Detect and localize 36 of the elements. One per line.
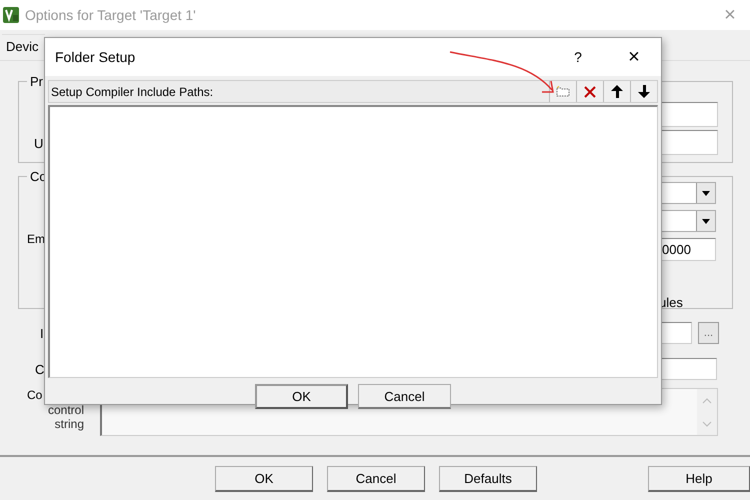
help-button[interactable]: Help	[648, 466, 750, 492]
close-button[interactable]: ×	[619, 46, 649, 68]
field-label: Co	[27, 388, 44, 402]
dropdown-arrow-icon	[702, 218, 710, 224]
dialog-button[interactable]: OK	[255, 384, 348, 409]
delete-button[interactable]	[576, 81, 603, 102]
input-field[interactable]	[660, 322, 692, 344]
dialog-title: Folder Setup	[55, 49, 136, 65]
new-folder-button[interactable]	[549, 81, 576, 102]
dropdown[interactable]	[659, 182, 716, 204]
up-arrow-icon	[611, 85, 623, 98]
move-up-button[interactable]	[603, 81, 630, 102]
dropdown[interactable]	[659, 210, 716, 232]
list-heading: Setup Compiler Include Paths:	[50, 84, 214, 98]
field-label: Em	[27, 232, 45, 248]
dialog-button[interactable]: Defaults	[439, 466, 537, 492]
folder-icon	[556, 86, 570, 97]
dialog-button[interactable]: OK	[215, 466, 313, 492]
input-field[interactable]	[660, 130, 718, 155]
move-down-button[interactable]	[630, 81, 657, 102]
help-button[interactable]: ?	[563, 49, 593, 65]
dialog-button[interactable]: Cancel	[358, 384, 451, 409]
dropdown-arrow-icon	[702, 190, 710, 196]
input-field[interactable]	[660, 102, 718, 127]
field-label: U	[34, 136, 44, 153]
input-field[interactable]: 0000	[659, 238, 716, 261]
window-title: Options for Target 'Target 1'	[25, 7, 197, 23]
field-label: C	[35, 362, 46, 376]
browse-button[interactable]: ...	[698, 322, 719, 344]
app-logo-icon	[3, 7, 19, 23]
field-label: control string	[46, 403, 84, 431]
delete-icon	[584, 86, 596, 98]
field-label: I	[40, 326, 45, 340]
dialog-button[interactable]: Cancel	[327, 466, 425, 492]
down-arrow-icon	[638, 85, 650, 98]
input-field[interactable]	[660, 358, 717, 380]
